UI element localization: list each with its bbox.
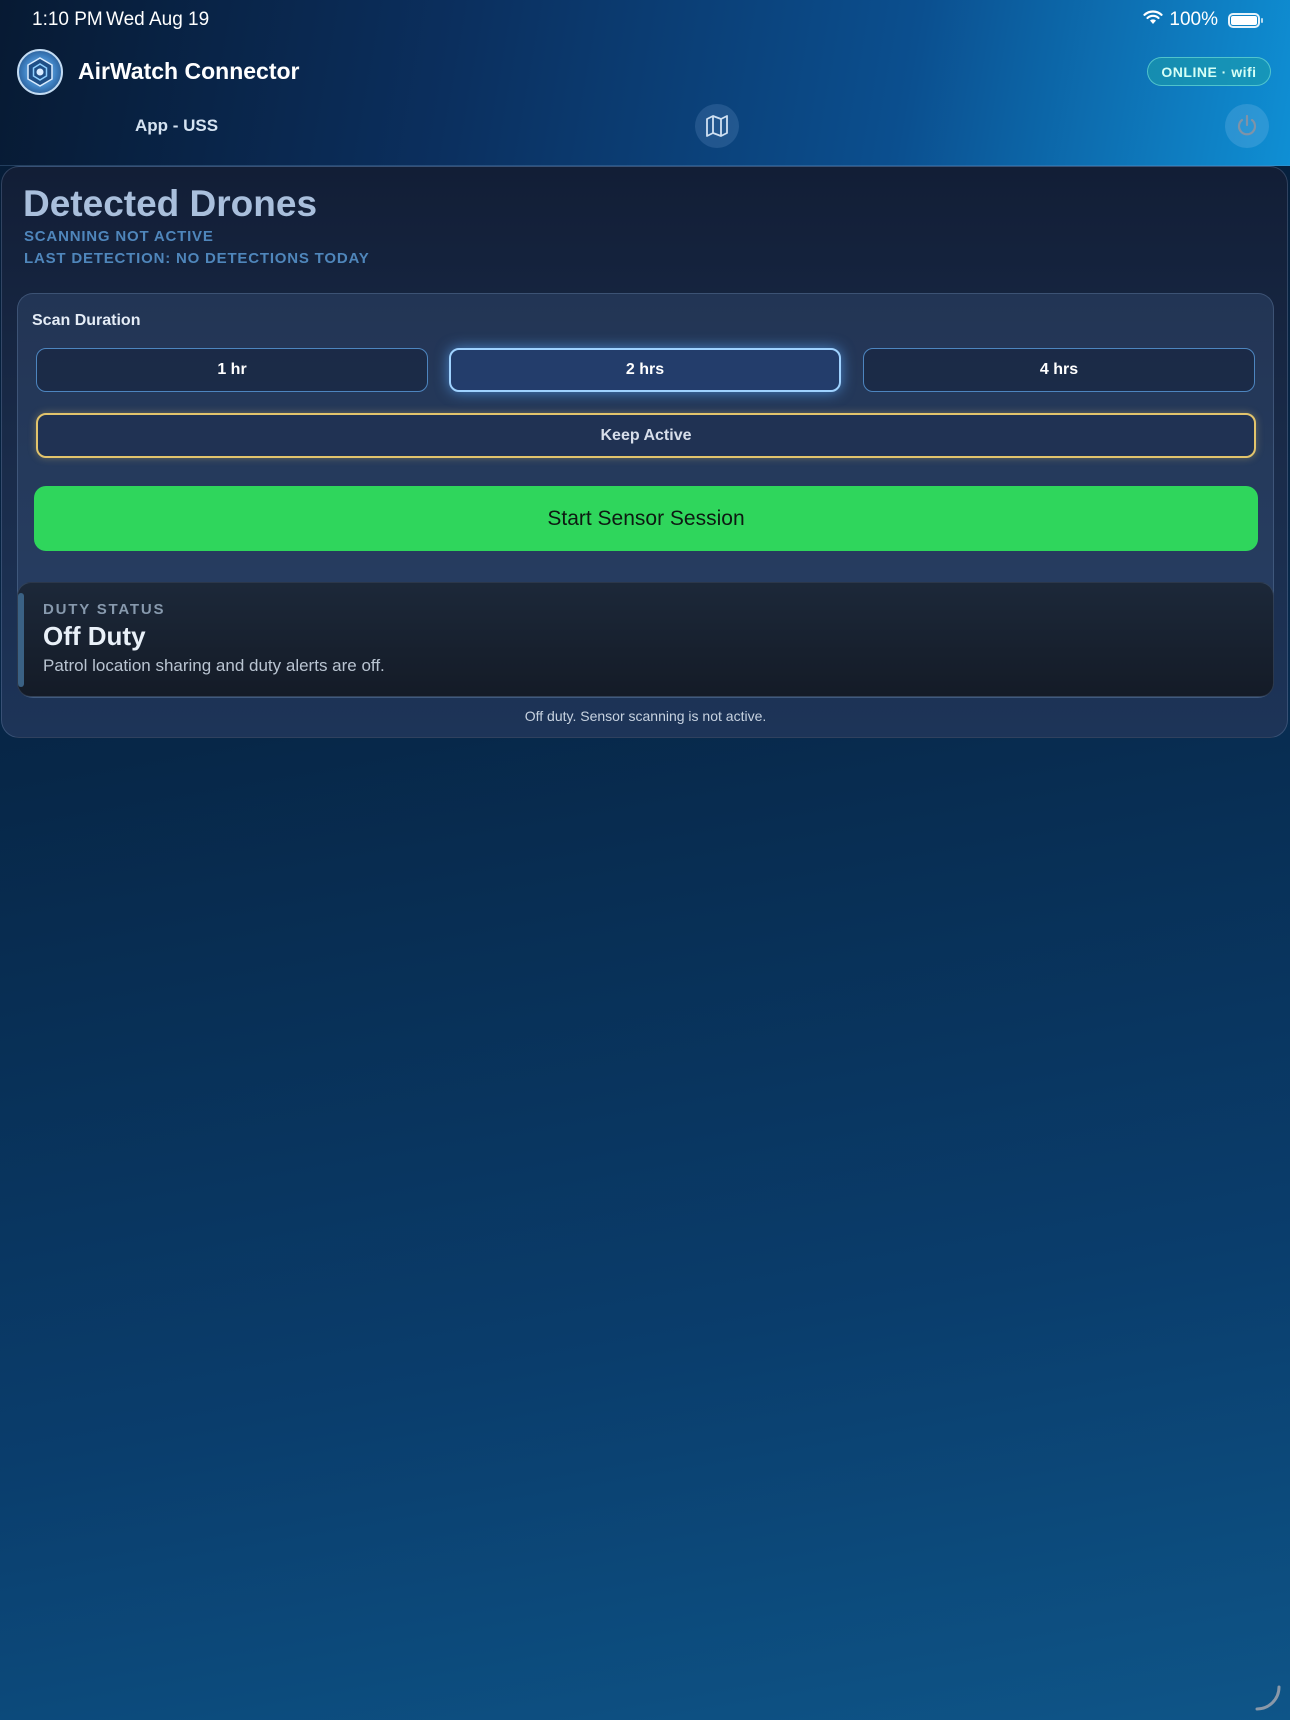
app-header: 1:10 PM Wed Aug 19 100% AirWatch Connect…	[0, 0, 1290, 166]
duty-status-description: Patrol location sharing and duty alerts …	[43, 656, 385, 675]
wifi-icon	[1143, 9, 1163, 31]
scan-status-text: SCANNING NOT ACTIVE	[24, 228, 214, 245]
app-subtitle: App - USS	[135, 116, 219, 135]
keep-active-button[interactable]: Keep Active	[36, 413, 1256, 458]
map-icon	[706, 115, 728, 137]
duration-1hr-button[interactable]: 1 hr	[36, 348, 428, 392]
status-time: 1:10 PM	[32, 9, 103, 30]
start-sensor-session-button[interactable]: Start Sensor Session	[34, 486, 1258, 551]
last-detection-text: LAST DETECTION: NO DETECTIONS TODAY	[24, 250, 370, 267]
resize-handle-icon[interactable]	[1253, 1683, 1283, 1713]
panel-title: Detected Drones	[23, 183, 318, 224]
duty-accent-bar	[18, 593, 24, 687]
battery-percent: 100%	[1169, 9, 1218, 30]
status-right: 100%	[1143, 9, 1263, 31]
drone-hex-logo-icon	[17, 49, 63, 95]
duty-status-card: DUTY STATUS Off Duty Patrol location sha…	[17, 582, 1274, 697]
power-icon	[1237, 114, 1257, 136]
battery-icon	[1228, 12, 1263, 28]
map-button[interactable]	[695, 104, 739, 148]
duration-2hrs-button[interactable]: 2 hrs	[449, 348, 841, 392]
detected-drones-panel: Detected Drones SCANNING NOT ACTIVE LAST…	[1, 166, 1288, 738]
status-date: Wed Aug 19	[106, 9, 210, 30]
power-button[interactable]	[1225, 104, 1269, 148]
app-title: AirWatch Connector	[78, 58, 300, 84]
duty-status-label: DUTY STATUS	[43, 601, 166, 618]
connection-status-badge: ONLINE · wifi	[1147, 57, 1271, 86]
panel-footer-message: Off duty. Sensor scanning is not active.	[524, 708, 767, 724]
duration-4hrs-button[interactable]: 4 hrs	[863, 348, 1255, 392]
scan-duration-label: Scan Duration	[32, 312, 141, 329]
duty-status-title: Off Duty	[43, 621, 146, 651]
